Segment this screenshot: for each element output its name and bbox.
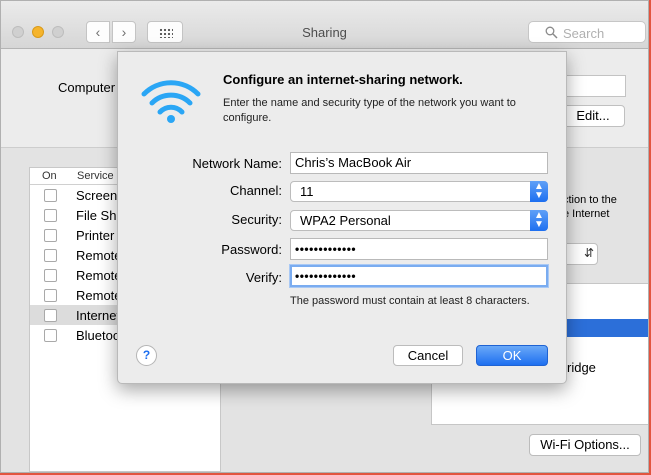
- service-label: Internet: [76, 308, 121, 323]
- network-name-input[interactable]: Chris’s MacBook Air: [290, 152, 548, 174]
- channel-label: Channel:: [229, 183, 282, 198]
- service-checkbox[interactable]: [44, 289, 57, 302]
- internet-sharing-description: ction to the: [563, 194, 617, 206]
- service-label: Remote: [76, 248, 122, 263]
- wifi-options-button[interactable]: Wi-Fi Options...: [529, 434, 641, 456]
- search-placeholder: Search: [563, 26, 605, 41]
- service-label: Remote: [76, 268, 122, 283]
- service-checkbox[interactable]: [44, 229, 57, 242]
- cancel-button[interactable]: Cancel: [393, 345, 463, 366]
- password-label: Password:: [221, 242, 282, 257]
- chevron-updown-icon: ⇵: [584, 246, 595, 260]
- service-checkbox[interactable]: [44, 269, 57, 282]
- password-hint: The password must contain at least 8 cha…: [290, 295, 530, 307]
- help-button[interactable]: ?: [136, 345, 157, 366]
- network-name-label: Network Name:: [192, 156, 282, 171]
- channel-popup[interactable]: 11 ▲ ▼: [290, 181, 548, 202]
- channel-value: 11: [300, 184, 314, 199]
- service-label: Printer: [76, 228, 115, 243]
- verify-label: Verify:: [245, 270, 282, 285]
- wifi-icon: [141, 80, 201, 123]
- sheet-description: Enter the name and security type of the …: [223, 97, 516, 124]
- service-label: Screen: [76, 188, 118, 203]
- search-icon: [545, 26, 558, 39]
- column-on-header: On: [42, 170, 57, 182]
- security-popup[interactable]: WPA2 Personal ▲ ▼: [290, 210, 548, 231]
- column-service-header: Service: [77, 170, 114, 182]
- internet-sharing-description-2: e Internet: [563, 208, 610, 220]
- service-label: Bluetoo: [76, 328, 121, 343]
- ok-button[interactable]: OK: [476, 345, 548, 366]
- verify-input[interactable]: •••••••••••••: [290, 265, 548, 287]
- wifi-config-sheet: Configure an internet-sharing network. E…: [117, 51, 567, 384]
- title-bar: ‹ › Sharing Search: [1, 1, 648, 49]
- security-label: Security:: [231, 212, 282, 227]
- service-checkbox[interactable]: [44, 189, 57, 202]
- chevron-updown-icon: ▲ ▼: [530, 181, 548, 202]
- service-label: Remote: [76, 288, 122, 303]
- chevron-updown-icon: ▲ ▼: [530, 210, 548, 231]
- service-checkbox[interactable]: [44, 309, 57, 322]
- computer-name-label: Computer: [58, 80, 116, 95]
- service-checkbox[interactable]: [44, 329, 57, 342]
- password-input[interactable]: •••••••••••••: [290, 238, 548, 260]
- search-field[interactable]: Search: [528, 21, 646, 43]
- computer-name-field[interactable]: [561, 75, 626, 97]
- edit-button[interactable]: Edit...: [561, 105, 625, 127]
- service-checkbox[interactable]: [44, 209, 57, 222]
- port-list-item-bridge[interactable]: ridge: [567, 360, 596, 375]
- sheet-title: Configure an internet-sharing network.: [223, 72, 463, 87]
- sharing-window: ‹ › Sharing Search Computer Edit... On S…: [0, 0, 649, 473]
- security-value: WPA2 Personal: [300, 213, 391, 228]
- service-checkbox[interactable]: [44, 249, 57, 262]
